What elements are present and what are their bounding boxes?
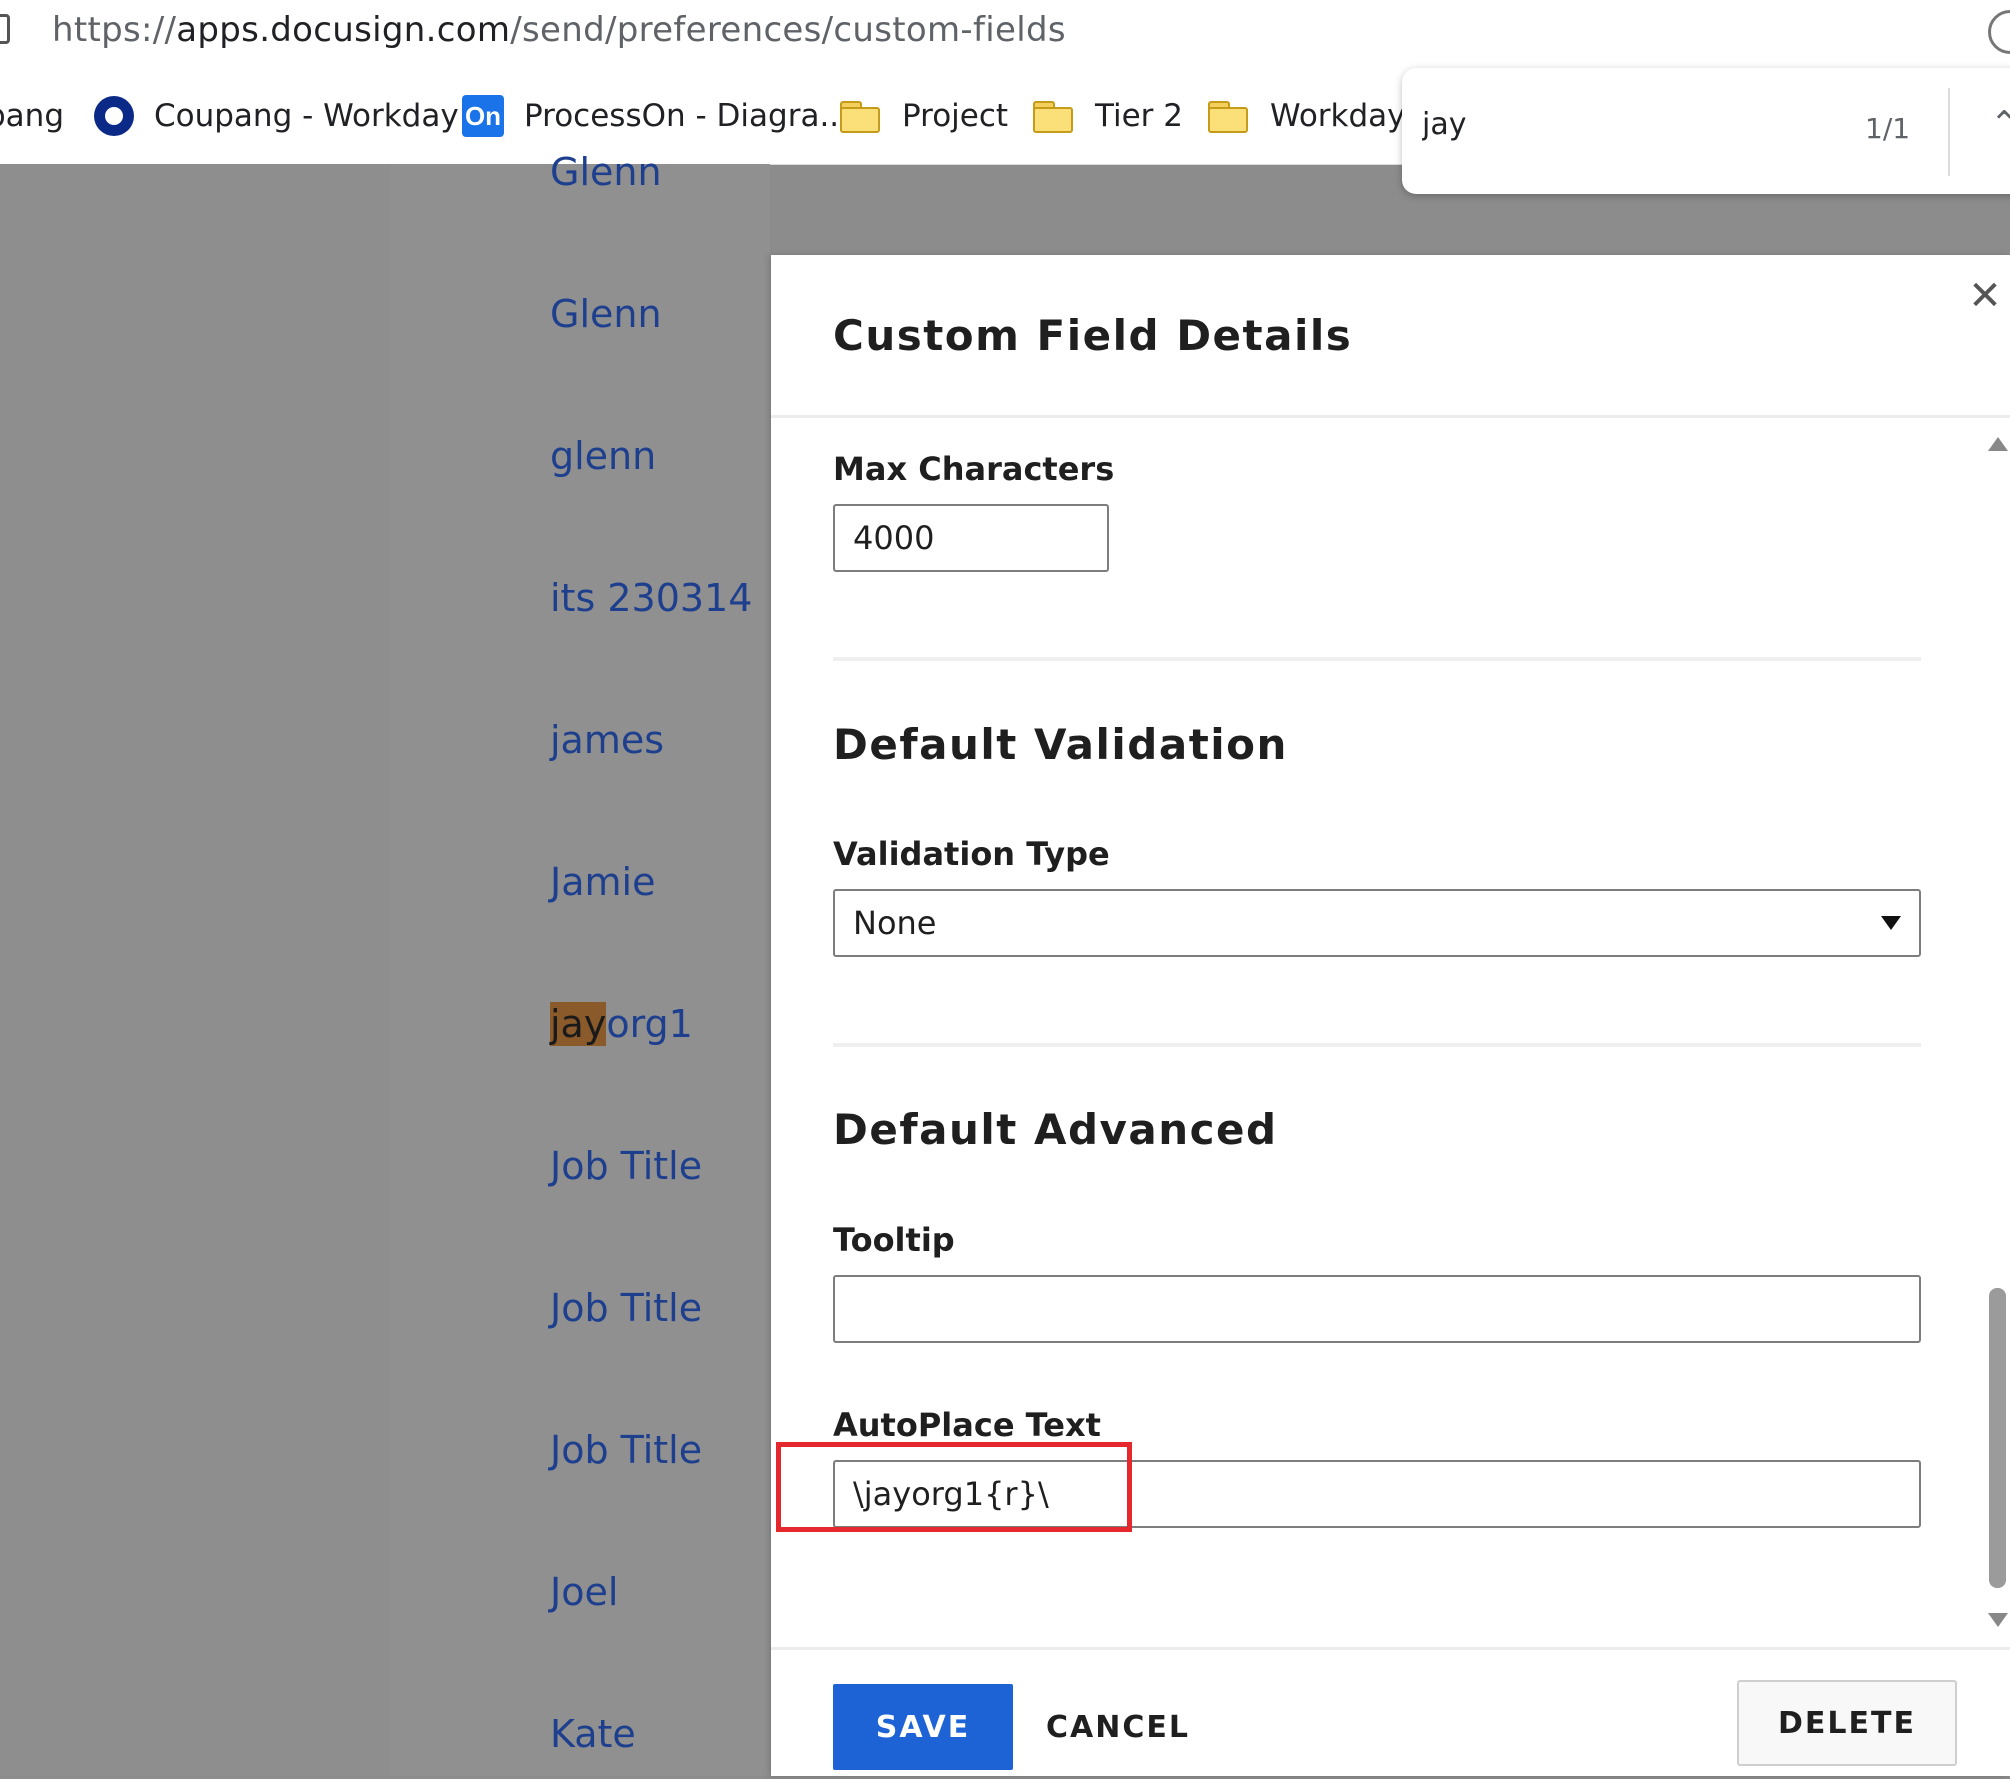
- find-bar: 1/1 ⌃: [1402, 68, 2010, 194]
- validation-type-select[interactable]: None: [833, 889, 1921, 957]
- bookmark-coupang-workday[interactable]: Coupang - Workday: [94, 68, 459, 164]
- modal-title: Custom Field Details: [833, 311, 1353, 360]
- autoplace-text-label: AutoPlace Text: [833, 1406, 1101, 1444]
- modal-header: Custom Field Details ✕: [771, 255, 2010, 418]
- custom-field-details-modal: Custom Field Details ✕ Max Characters De…: [771, 255, 2010, 1776]
- close-icon[interactable]: ✕: [1960, 271, 2010, 321]
- cancel-button[interactable]: CANCEL: [1033, 1684, 1203, 1770]
- section-divider: [833, 1043, 1921, 1047]
- lock-icon: [0, 14, 10, 44]
- custom-fields-list: [390, 164, 770, 1776]
- find-input[interactable]: [1420, 106, 1724, 143]
- list-item[interactable]: Kate: [550, 1712, 636, 1756]
- chevron-down-icon: [1881, 916, 1901, 930]
- list-item[interactable]: Joel: [550, 1570, 618, 1614]
- list-item[interactable]: james: [550, 718, 664, 762]
- folder-icon: [1033, 101, 1073, 133]
- validation-type-label: Validation Type: [833, 835, 1110, 873]
- list-item[interactable]: Job Title: [550, 1428, 702, 1472]
- url-text[interactable]: https://apps.docusign.com/send/preferenc…: [52, 10, 1066, 50]
- bookmark-pang[interactable]: pang: [0, 68, 64, 164]
- list-item[interactable]: Jamie: [550, 860, 655, 904]
- find-previous-icon[interactable]: ⌃: [1990, 104, 2010, 144]
- list-item-jayorg1[interactable]: jayorg1: [550, 1002, 693, 1046]
- tooltip-input[interactable]: [833, 1275, 1921, 1343]
- list-item[interactable]: Glenn: [550, 292, 662, 336]
- bookmark-project[interactable]: Project: [840, 68, 1008, 164]
- list-item[interactable]: its 230314: [550, 576, 752, 620]
- processon-icon: On: [462, 95, 504, 137]
- default-advanced-title: Default Advanced: [833, 1105, 1278, 1154]
- folder-icon: [840, 101, 880, 133]
- workday-ring-icon: [94, 96, 134, 136]
- list-item[interactable]: Glenn: [550, 150, 662, 194]
- bookmark-workday[interactable]: Workday: [1208, 68, 1406, 164]
- address-bar[interactable]: https://apps.docusign.com/send/preferenc…: [0, 0, 2010, 69]
- tooltip-label: Tooltip: [833, 1221, 955, 1259]
- max-characters-label: Max Characters: [833, 450, 1115, 488]
- modal-footer: SAVE CANCEL DELETE: [771, 1647, 2010, 1779]
- list-item[interactable]: Job Title: [550, 1286, 702, 1330]
- scroll-down-arrow[interactable]: [1988, 1613, 2008, 1627]
- bookmark-tier-2[interactable]: Tier 2: [1033, 68, 1183, 164]
- max-characters-input[interactable]: [833, 504, 1109, 572]
- find-match-count: 1/1: [1865, 112, 1911, 145]
- delete-button[interactable]: DELETE: [1737, 1680, 1957, 1766]
- profile-icon[interactable]: [1988, 10, 2010, 54]
- section-divider: [833, 657, 1921, 661]
- default-validation-title: Default Validation: [833, 720, 1288, 769]
- list-item[interactable]: glenn: [550, 434, 656, 478]
- save-button[interactable]: SAVE: [833, 1684, 1013, 1770]
- find-match-highlight: jay: [550, 1002, 607, 1046]
- find-divider: [1948, 88, 1950, 176]
- validation-type-value: None: [853, 904, 937, 942]
- scrollbar-thumb[interactable]: [1989, 1288, 2006, 1588]
- left-nav-pane: [0, 164, 390, 1776]
- list-item[interactable]: Job Title: [550, 1144, 702, 1188]
- autoplace-text-input[interactable]: [833, 1460, 1921, 1528]
- folder-icon: [1208, 101, 1248, 133]
- scroll-up-arrow[interactable]: [1988, 437, 2008, 451]
